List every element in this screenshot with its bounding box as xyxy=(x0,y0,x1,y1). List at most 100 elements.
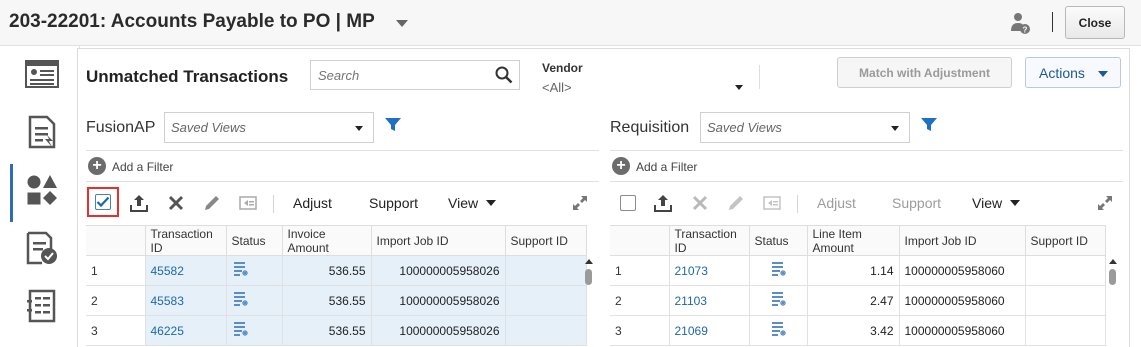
column-header xyxy=(86,225,146,256)
left-view-menu[interactable]: View xyxy=(448,187,497,219)
import-job-cell: 100000005958026 xyxy=(371,285,506,316)
column-header[interactable]: Transaction ID xyxy=(145,225,227,256)
amount-cell: 536.55 xyxy=(282,315,372,346)
status-icon[interactable] xyxy=(232,262,248,280)
active-indicator xyxy=(10,164,13,222)
transaction-id-link[interactable]: 21073 xyxy=(675,264,708,278)
title-dropdown-icon[interactable] xyxy=(396,20,408,27)
edit-icon[interactable] xyxy=(724,187,748,219)
left-scrollbar[interactable] xyxy=(583,255,595,347)
search-icon[interactable] xyxy=(495,66,513,87)
right-filter-icon[interactable] xyxy=(921,118,937,135)
column-header[interactable]: Line Item Amount xyxy=(807,225,900,256)
vendor-select[interactable]: <All> xyxy=(542,80,572,95)
status-icon[interactable] xyxy=(770,292,786,310)
upload-icon[interactable] xyxy=(127,187,151,219)
left-expand-icon[interactable] xyxy=(570,187,590,219)
status-icon[interactable] xyxy=(232,322,248,340)
right-view-menu[interactable]: View xyxy=(972,187,1021,219)
table-row[interactable]: 1 45582 536.55 100000005958026 xyxy=(86,255,587,286)
remove-link-icon[interactable] xyxy=(760,187,784,219)
status-icon[interactable] xyxy=(770,262,786,280)
table-row[interactable]: 1 21073 1.14 100000005958060 xyxy=(610,255,1106,286)
support-id-cell xyxy=(505,255,587,286)
scroll-up-icon[interactable] xyxy=(1109,259,1117,264)
import-job-cell: 100000005958060 xyxy=(899,315,1026,346)
column-header[interactable]: Import Job ID xyxy=(899,225,1026,256)
column-header[interactable]: Status xyxy=(749,225,808,256)
right-select-all-area xyxy=(619,187,637,219)
match-with-adjustment-button[interactable]: Match with Adjustment xyxy=(837,57,1012,88)
column-header[interactable]: Support ID xyxy=(505,225,587,256)
right-support-button[interactable]: Support xyxy=(892,187,941,219)
status-icon[interactable] xyxy=(232,292,248,310)
status-icon[interactable] xyxy=(770,322,786,340)
toolbar-separator xyxy=(273,195,274,213)
table-row[interactable]: 3 21069 3.42 100000005958060 xyxy=(610,315,1106,346)
scroll-thumb[interactable] xyxy=(1109,269,1116,285)
right-add-filter-label: Add a Filter xyxy=(636,160,698,174)
left-support-button[interactable]: Support xyxy=(369,187,418,219)
title-bar: 203-22201: Accounts Payable to PO | MP ?… xyxy=(0,0,1141,46)
column-header[interactable]: Status xyxy=(226,225,283,256)
left-select-all-checkbox[interactable] xyxy=(95,194,111,210)
right-expand-icon[interactable] xyxy=(1095,187,1115,219)
status-cell xyxy=(749,285,808,316)
user-help-icon[interactable]: ? xyxy=(1010,11,1030,35)
summary-icon[interactable] xyxy=(22,54,62,94)
actions-button[interactable]: Actions xyxy=(1025,57,1121,88)
row-number: 2 xyxy=(86,285,146,316)
row-number: 1 xyxy=(610,255,670,286)
table-row[interactable]: 2 21103 2.47 100000005958060 xyxy=(610,285,1106,316)
right-divider xyxy=(610,150,1123,151)
status-cell xyxy=(226,315,283,346)
page-title: 203-22201: Accounts Payable to PO | MP xyxy=(9,11,375,32)
column-header[interactable]: Transaction ID xyxy=(669,225,750,256)
amount-cell: 536.55 xyxy=(282,255,372,286)
plus-icon: + xyxy=(88,157,106,175)
close-button[interactable]: Close xyxy=(1065,6,1125,39)
left-filter-icon[interactable] xyxy=(385,118,401,135)
column-header[interactable]: Import Job ID xyxy=(371,225,506,256)
right-view-label: View xyxy=(972,195,1003,211)
vendor-dropdown-icon[interactable] xyxy=(735,85,743,90)
plus-icon: + xyxy=(612,157,630,175)
scroll-thumb[interactable] xyxy=(585,269,592,285)
scroll-up-icon[interactable] xyxy=(585,259,593,264)
transaction-id-link[interactable]: 45583 xyxy=(151,294,184,308)
delete-icon[interactable] xyxy=(688,187,712,219)
amount-cell: 536.55 xyxy=(282,285,372,316)
match-icon[interactable] xyxy=(22,170,62,210)
table-row[interactable]: 3 46225 536.55 100000005958026 xyxy=(86,315,587,346)
right-select-all-checkbox[interactable] xyxy=(620,195,636,211)
left-adjust-button[interactable]: Adjust xyxy=(293,187,332,219)
transaction-id-link[interactable]: 45582 xyxy=(151,264,184,278)
edit-icon[interactable] xyxy=(200,187,224,219)
search-input[interactable] xyxy=(311,61,481,89)
column-header[interactable]: Support ID xyxy=(1025,225,1106,256)
report-icon[interactable] xyxy=(22,286,62,326)
support-id-cell xyxy=(1025,315,1106,346)
transaction-id-link[interactable]: 21069 xyxy=(675,324,708,338)
section-title: Unmatched Transactions xyxy=(86,67,289,86)
left-header-row: Transaction ID Status Invoice Amount Imp… xyxy=(86,225,587,256)
transaction-id-link[interactable]: 21103 xyxy=(675,294,707,308)
upload-icon[interactable] xyxy=(651,187,675,219)
transactions-icon[interactable] xyxy=(22,112,62,152)
approval-icon[interactable] xyxy=(22,228,62,268)
delete-icon[interactable] xyxy=(164,187,188,219)
import-job-cell: 100000005958026 xyxy=(371,255,506,286)
left-divider xyxy=(86,150,599,151)
transaction-id-link[interactable]: 46225 xyxy=(151,324,184,338)
table-row[interactable]: 2 45583 536.55 100000005958026 xyxy=(86,285,587,316)
right-saved-views-select[interactable]: Saved Views xyxy=(700,112,910,143)
right-scrollbar[interactable] xyxy=(1107,255,1119,347)
remove-link-icon[interactable] xyxy=(236,187,260,219)
right-adjust-button[interactable]: Adjust xyxy=(817,187,856,219)
status-cell xyxy=(749,315,808,346)
chevron-down-icon xyxy=(891,126,899,131)
status-cell xyxy=(226,285,283,316)
column-header[interactable]: Invoice Amount xyxy=(282,225,372,256)
left-saved-views-select[interactable]: Saved Views xyxy=(164,112,374,143)
right-saved-views-label: Saved Views xyxy=(707,120,782,135)
